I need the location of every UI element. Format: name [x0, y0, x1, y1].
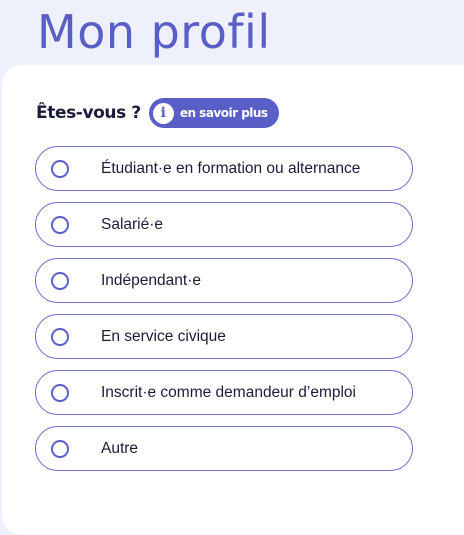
radio-circle[interactable]: [51, 439, 69, 458]
option-label: Autre: [101, 439, 139, 457]
radio-circle[interactable]: [51, 383, 69, 402]
page-title: Mon profil: [37, 5, 271, 59]
status-radio-group: Étudiant·e en formation ou alternance Sa…: [35, 146, 413, 482]
radio-circle[interactable]: [51, 327, 69, 346]
option-label: En service civique: [101, 327, 226, 345]
option-freelance[interactable]: Indépendant·e: [35, 258, 413, 303]
option-other[interactable]: Autre: [35, 426, 413, 471]
radio-circle[interactable]: [51, 215, 69, 234]
radio-circle[interactable]: [51, 271, 69, 290]
option-label: Inscrit·e comme demandeur d’emploi: [101, 383, 356, 401]
more-info-label: en savoir plus: [179, 106, 268, 120]
option-student[interactable]: Étudiant·e en formation ou alternance: [35, 146, 413, 191]
radio-circle[interactable]: [51, 159, 69, 178]
info-icon: i: [152, 102, 174, 124]
option-civic-service[interactable]: En service civique: [35, 314, 413, 359]
more-info-button[interactable]: i en savoir plus: [148, 98, 279, 128]
option-label: Indépendant·e: [101, 271, 201, 289]
option-job-seeker[interactable]: Inscrit·e comme demandeur d’emploi: [35, 370, 413, 415]
option-label: Étudiant·e en formation ou alternance: [101, 159, 361, 177]
question-label: Êtes-vous ?: [36, 103, 141, 123]
option-employee[interactable]: Salarié·e: [35, 202, 413, 247]
question-row: Êtes-vous ? i en savoir plus: [36, 98, 279, 128]
option-label: Salarié·e: [101, 215, 164, 233]
